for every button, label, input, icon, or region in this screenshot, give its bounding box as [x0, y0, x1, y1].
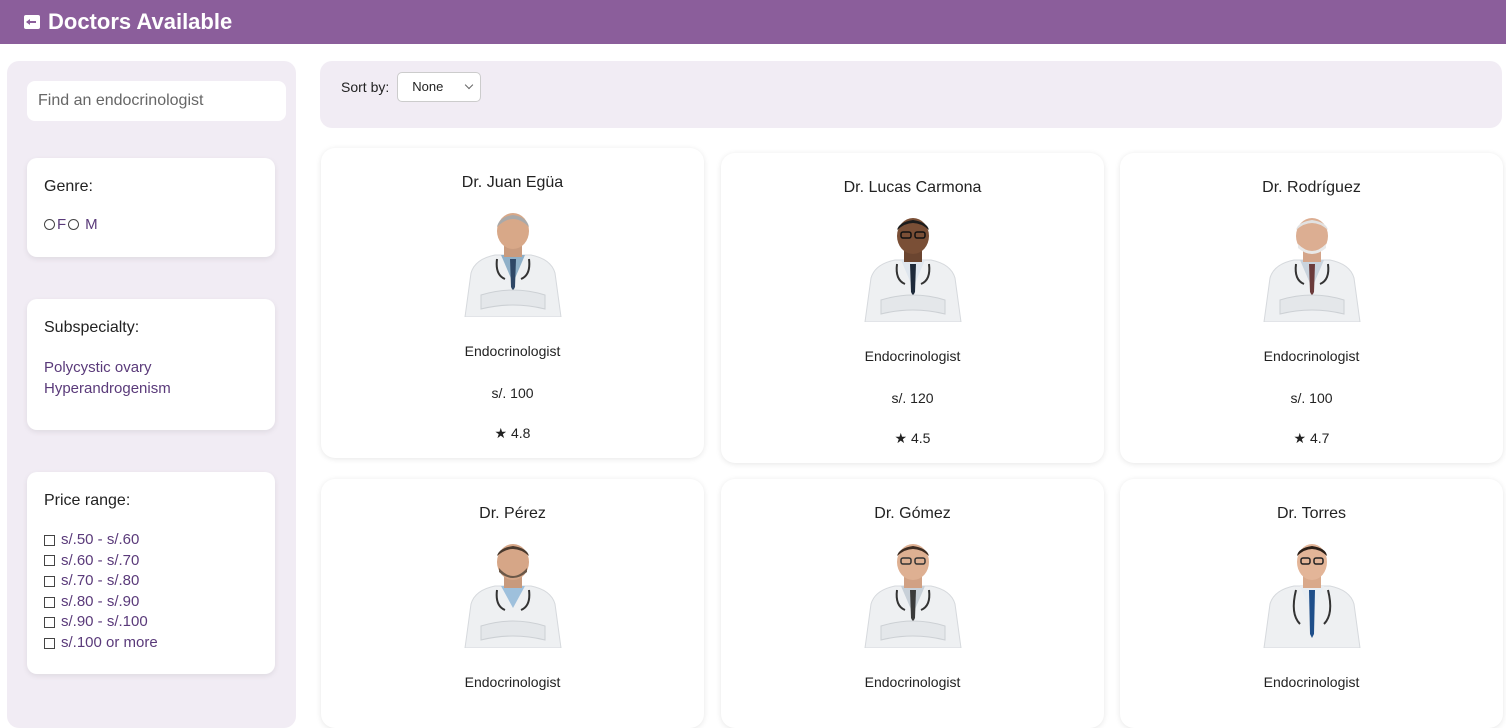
genre-filter-panel: Genre: F M: [27, 158, 275, 257]
doctor-name: Dr. Gómez: [874, 505, 951, 522]
doctor-card[interactable]: Dr. Rodríguez Endocrinologist s/. 100 ★ …: [1120, 153, 1503, 463]
price-option[interactable]: s/.90 - s/.100: [44, 612, 258, 633]
doctor-avatar-icon: [1259, 218, 1364, 322]
chevron-down-icon: [465, 80, 474, 90]
doctor-specialty: Endocrinologist: [464, 343, 561, 359]
doctor-avatar-icon: [460, 213, 565, 317]
doctor-name: Dr. Pérez: [479, 505, 546, 522]
doctor-specialty: Endocrinologist: [864, 348, 961, 364]
filter-sidebar: Genre: F M Subspecialty: Polycystic ovar…: [7, 61, 296, 728]
doctor-price: s/. 120: [891, 390, 934, 406]
price-option[interactable]: s/.50 - s/.60: [44, 530, 258, 551]
price-option[interactable]: s/.100 or more: [44, 633, 258, 654]
price-option-label: s/.70 - s/.80: [61, 572, 140, 590]
doctor-specialty: Endocrinologist: [864, 674, 961, 690]
price-option[interactable]: s/.70 - s/.80: [44, 571, 258, 592]
price-option-label: s/.100 or more: [61, 633, 158, 651]
doctor-card[interactable]: Dr. Pérez Endocrinologist: [321, 479, 704, 728]
doctor-avatar-icon: [1259, 544, 1364, 648]
doctor-card[interactable]: Dr. Gómez Endocrinologist: [721, 479, 1104, 728]
radio-male-label[interactable]: M: [85, 216, 98, 233]
sort-select[interactable]: None: [397, 71, 482, 102]
doctor-name: Dr. Juan Egüa: [461, 174, 564, 191]
checkbox[interactable]: [44, 555, 55, 567]
doctor-photo: [860, 218, 965, 322]
genre-options: F M: [44, 216, 258, 233]
price-option[interactable]: s/.80 - s/.90: [44, 592, 258, 613]
back-arrow-icon[interactable]: [24, 15, 40, 29]
price-filter-title: Price range:: [44, 492, 131, 509]
checkbox[interactable]: [44, 575, 55, 587]
genre-filter-title: Genre:: [44, 178, 93, 195]
sort-label: Sort by:: [341, 78, 390, 95]
subspecialty-item[interactable]: Polycystic ovary: [44, 357, 258, 378]
doctor-rating: ★ 4.7: [1293, 430, 1330, 446]
doctor-price: s/. 100: [1290, 390, 1333, 406]
subspecialty-filter-title: Subspecialty:: [44, 319, 140, 336]
doctor-photo: [460, 544, 565, 648]
subspecialty-item[interactable]: Hyperandrogenism: [44, 378, 258, 399]
doctor-avatar-icon: [860, 544, 965, 648]
radio-female-label[interactable]: F: [57, 216, 66, 233]
doctor-specialty: Endocrinologist: [1263, 348, 1360, 364]
radio-male[interactable]: [68, 219, 80, 230]
doctor-card[interactable]: Dr. Lucas Carmona Endocrinologist s/. 12…: [721, 153, 1104, 463]
price-option-label: s/.90 - s/.100: [61, 613, 148, 631]
doctor-price: s/. 100: [491, 385, 534, 401]
checkbox[interactable]: [44, 637, 55, 649]
sort-bar: Sort by: None: [320, 61, 1502, 128]
doctor-avatar-icon: [860, 218, 965, 322]
top-bar: Doctors Available: [0, 0, 1506, 44]
checkbox[interactable]: [44, 596, 55, 608]
radio-female[interactable]: [44, 219, 55, 230]
page-title: Doctors Available: [48, 9, 233, 34]
checkbox[interactable]: [44, 617, 55, 629]
subspecialty-filter-panel: Subspecialty: Polycystic ovary Hyperandr…: [27, 299, 275, 430]
doctor-specialty: Endocrinologist: [1263, 674, 1360, 690]
doctor-rating: ★ 4.8: [494, 425, 531, 441]
price-option-label: s/.60 - s/.70: [61, 551, 140, 569]
doctor-name: Dr. Torres: [1276, 505, 1347, 522]
price-option-label: s/.80 - s/.90: [61, 592, 140, 610]
sort-selected-value: None: [412, 79, 444, 94]
doctor-rating: ★ 4.5: [894, 430, 931, 446]
doctor-avatar-icon: [460, 544, 565, 648]
doctor-card[interactable]: Dr. Juan Egüa Endocrinologist s/. 100 ★ …: [321, 148, 704, 458]
doctor-photo: [460, 213, 565, 317]
search-input[interactable]: [27, 81, 286, 121]
price-option[interactable]: s/.60 - s/.70: [44, 551, 258, 572]
doctor-name: Dr. Lucas Carmona: [843, 179, 982, 196]
checkbox[interactable]: [44, 534, 55, 546]
price-filter-panel: Price range: s/.50 - s/.60 s/.60 - s/.70…: [27, 472, 275, 674]
doctor-photo: [1259, 544, 1364, 648]
doctor-photo: [1259, 218, 1364, 322]
doctor-photo: [860, 544, 965, 648]
doctor-specialty: Endocrinologist: [464, 674, 561, 690]
price-option-label: s/.50 - s/.60: [61, 531, 140, 548]
doctor-name: Dr. Rodríguez: [1262, 179, 1361, 196]
doctor-card[interactable]: Dr. Torres Endocrinologist: [1120, 479, 1503, 728]
